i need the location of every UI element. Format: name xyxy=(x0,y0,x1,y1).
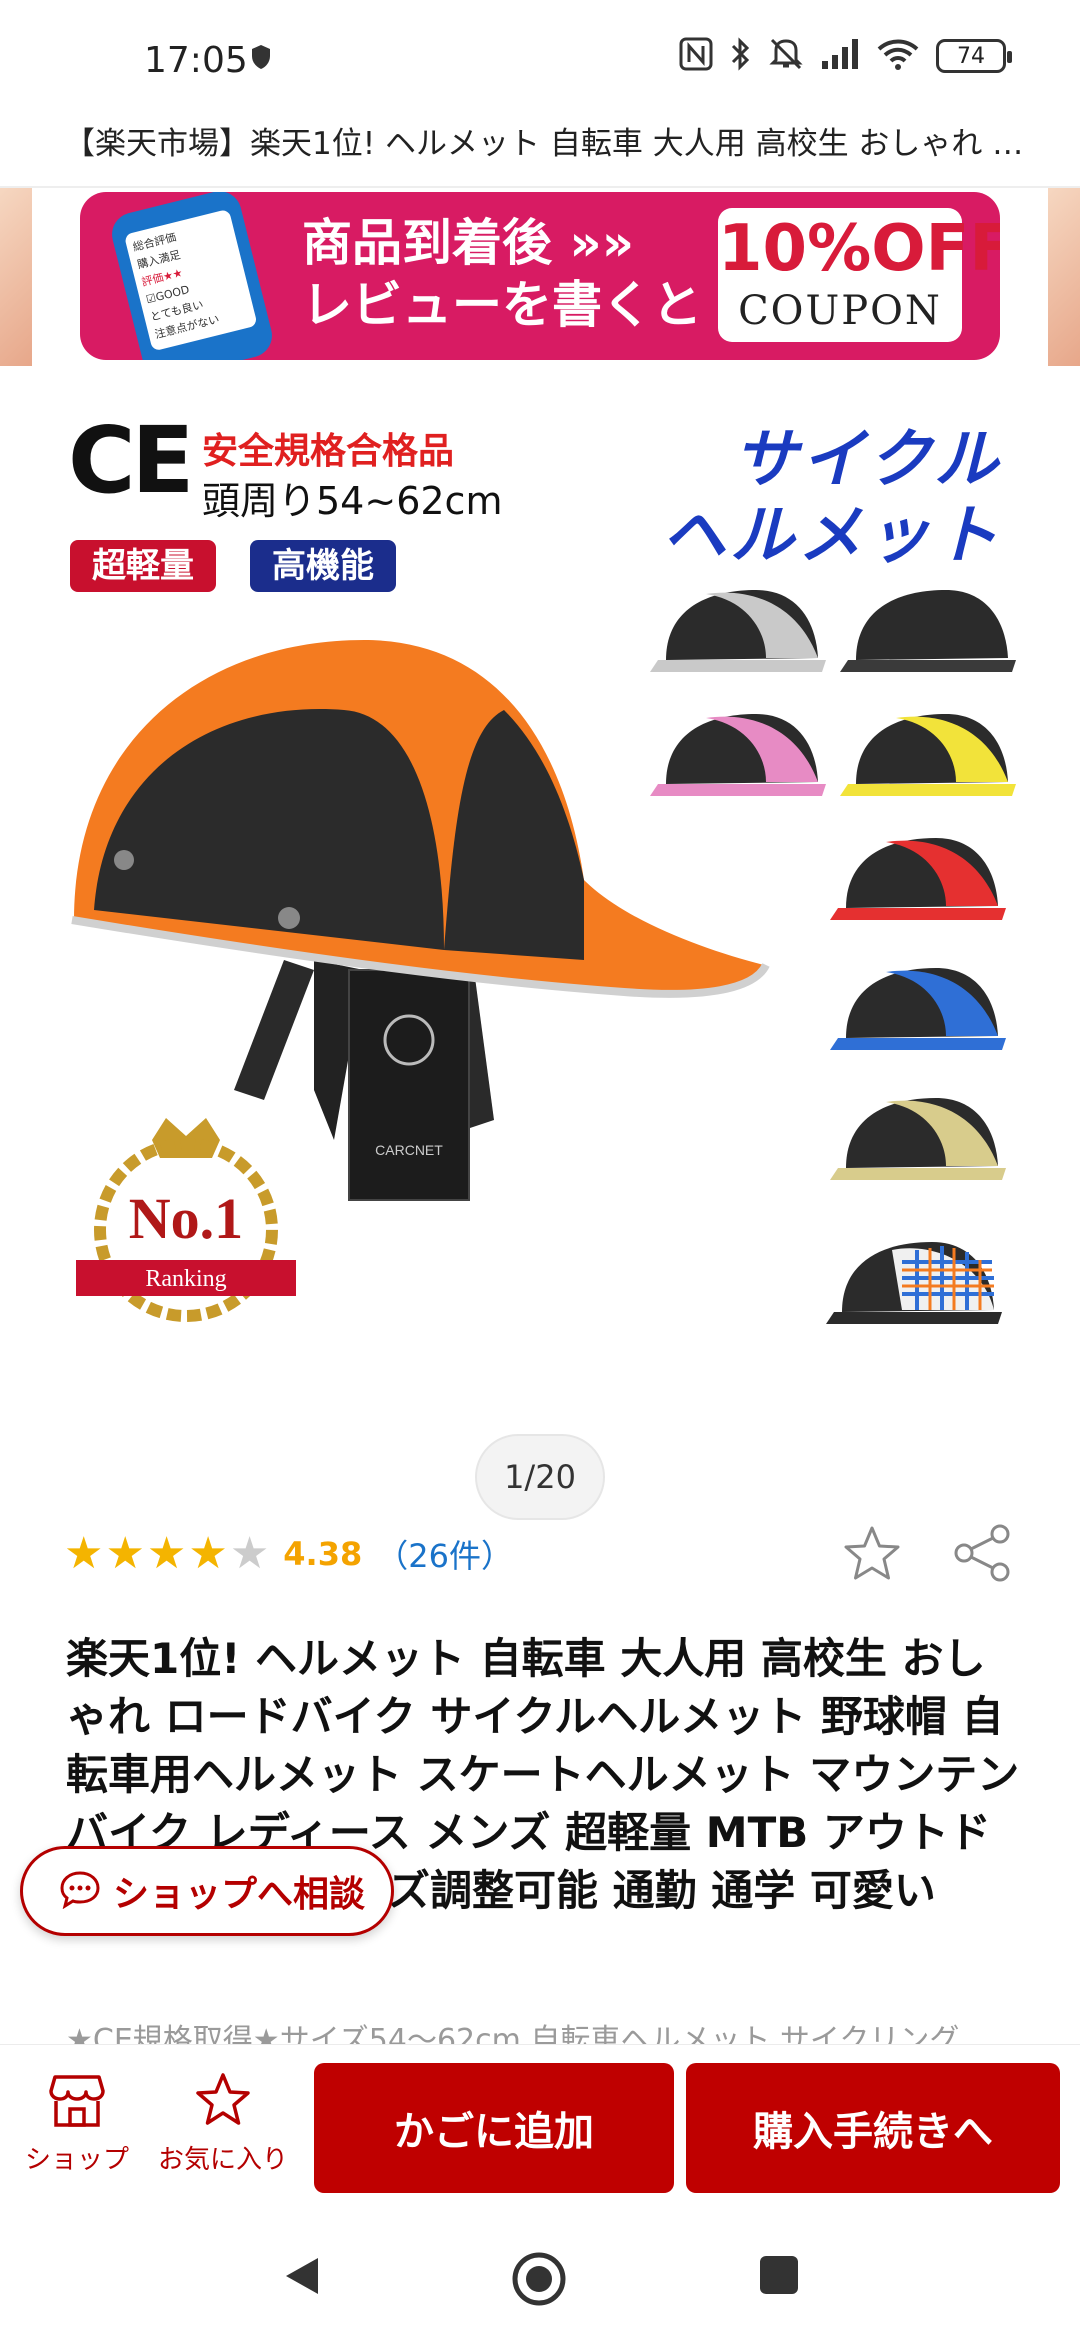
shop-label: ショップ xyxy=(24,2145,129,2175)
wifi-icon xyxy=(876,37,920,75)
add-to-cart-button[interactable]: かごに追加 xyxy=(314,2063,674,2193)
no1-text: No.1 xyxy=(129,1186,243,1251)
favorite-icon xyxy=(193,2073,253,2133)
shield-icon xyxy=(250,44,272,74)
head-size-text: 頭周り54~62cm xyxy=(202,479,503,523)
nfc-icon xyxy=(678,36,714,76)
coupon-label: COUPON xyxy=(738,288,942,334)
helmet-variant-gold xyxy=(830,1098,1006,1180)
consult-label: ショップへ相談 xyxy=(113,1874,366,1915)
rating-row[interactable]: ★★★★★ 4.38 （26件） xyxy=(64,1528,513,1579)
status-time: 17:05 xyxy=(144,40,248,81)
banner-prev-peek[interactable] xyxy=(0,188,32,366)
share-icon[interactable] xyxy=(952,1522,1014,1588)
system-nav-bar xyxy=(0,2200,1080,2340)
helmet-variant-pink xyxy=(650,714,826,796)
banner-line-2: レビューを書くと xyxy=(302,276,702,334)
title-divider xyxy=(0,186,1080,188)
back-icon[interactable] xyxy=(282,2254,322,2302)
favorite-nav-button[interactable]: お気に入り xyxy=(148,2071,298,2176)
helmet-variant-silver xyxy=(650,590,826,672)
battery-indicator: 74 xyxy=(936,39,1012,73)
star-icon: ★ xyxy=(105,1528,147,1579)
bottom-action-bar: ショップ お気に入り かごに追加 購入手続きへ xyxy=(0,2044,1080,2200)
chat-icon xyxy=(59,1869,101,1913)
gallery-counter: 1/20 xyxy=(475,1434,605,1520)
safety-text: 安全規格合格品 xyxy=(202,431,455,472)
phone-illustration: 総合評価 購入満足 評価★★ ☑GOOD とても良い 注意点がない xyxy=(107,192,277,360)
checkout-button[interactable]: 購入手続きへ xyxy=(686,2063,1060,2193)
banner-text: 商品到着後 »» レビューを書くと xyxy=(302,212,702,336)
tag-brand: CARCNET xyxy=(375,1142,443,1158)
helmet-variant-blue xyxy=(830,968,1006,1050)
badge-high-function: 高機能 xyxy=(250,540,396,592)
favorite-star-icon[interactable] xyxy=(840,1522,904,1590)
ce-mark: CE xyxy=(68,407,194,514)
store-icon xyxy=(47,2075,107,2133)
no1-ranking-badge: No.1 Ranking xyxy=(76,1118,296,1322)
rating-stars: ★★★★★ xyxy=(64,1528,271,1579)
bluetooth-icon xyxy=(730,36,752,76)
helmet-variant-red xyxy=(830,838,1006,920)
review-coupon-banner[interactable]: 総合評価 購入満足 評価★★ ☑GOOD とても良い 注意点がない 商品到着後 … xyxy=(80,192,1000,360)
page-title: 【楽天市場】楽天1位! ヘルメット 自転車 大人用 高校生 おしゃれ ロー... xyxy=(64,126,1024,162)
helmet-variant-yellow xyxy=(840,714,1016,796)
rating-score: 4.38 xyxy=(283,1534,363,1573)
coupon-discount: 10%OFF xyxy=(718,212,1000,286)
image-title-line-2: ヘルメット xyxy=(662,499,1002,573)
signal-icon xyxy=(820,37,860,75)
consult-shop-button[interactable]: ショップへ相談 xyxy=(20,1846,394,1936)
shop-nav-button[interactable]: ショップ xyxy=(2,2071,152,2176)
review-count-link[interactable]: （26件） xyxy=(376,1531,513,1577)
product-image[interactable]: CE 安全規格合格品 頭周り54~62cm 超軽量 高機能 サイクル ヘルメット… xyxy=(0,370,1080,1370)
helmet-variant-plaid xyxy=(826,1242,1002,1324)
banner-next-peek[interactable] xyxy=(1048,188,1080,366)
banner-line-1: 商品到着後 »» xyxy=(302,214,635,272)
star-icon: ★ xyxy=(64,1528,106,1579)
favorite-label: お気に入り xyxy=(157,2145,288,2175)
status-icons: 74 xyxy=(678,36,1012,76)
star-icon: ★ xyxy=(188,1528,230,1579)
coupon-box: 10%OFF COUPON xyxy=(718,208,1000,342)
recent-apps-icon[interactable] xyxy=(758,2254,800,2300)
ranking-text: Ranking xyxy=(145,1266,226,1292)
star-icon: ★ xyxy=(146,1528,189,1579)
phone-screen: 総合評価 購入満足 評価★★ ☑GOOD とても良い 注意点がない xyxy=(123,208,258,352)
badge-ultralight: 超軽量 xyxy=(70,540,216,592)
helmet-variant-black xyxy=(840,590,1016,672)
status-bar: 17:05 74 xyxy=(0,0,1080,128)
mute-icon xyxy=(768,36,804,76)
star-icon: ★ xyxy=(229,1528,272,1579)
home-icon[interactable] xyxy=(510,2250,568,2312)
